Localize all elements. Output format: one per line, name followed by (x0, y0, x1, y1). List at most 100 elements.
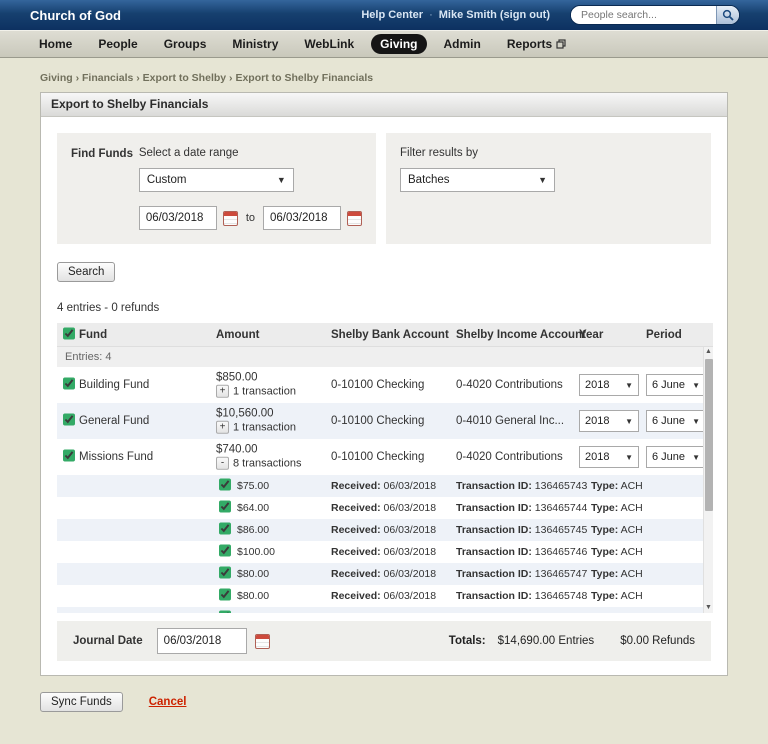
sync-funds-button[interactable]: Sync Funds (40, 692, 123, 712)
type-label: Type: (591, 524, 619, 536)
filter-select[interactable]: Batches ▼ (400, 168, 555, 192)
search-submit-button[interactable] (716, 6, 739, 24)
nav-item-reports[interactable]: Reports (498, 34, 575, 54)
filter-label: Filter results by (400, 147, 478, 159)
year-select[interactable]: 2018 ▼ (579, 374, 639, 396)
txn-type: Type: ACH (591, 568, 643, 580)
table-scroll-area: Entries: 4 Building Fund $850.00 +1 tran… (57, 347, 713, 613)
help-center-link[interactable]: Help Center (361, 9, 423, 21)
row-checkbox-wrap (63, 377, 75, 393)
txn-checkbox-wrap (219, 566, 231, 582)
col-header-year: Year (579, 328, 604, 341)
received-label: Received: (331, 524, 381, 536)
to-label: to (245, 212, 255, 224)
txn-received: Received: 06/03/2018 (331, 502, 436, 514)
transaction-checkbox[interactable] (219, 500, 231, 513)
select-all-checkbox[interactable] (63, 327, 75, 339)
txn-id-value: 136465748 (534, 590, 588, 602)
period-select[interactable]: 6 June ▼ (646, 446, 706, 468)
transaction-checkbox[interactable] (219, 610, 231, 613)
expand-toggle-icon[interactable]: + (216, 384, 229, 398)
chevron-down-icon: ▼ (692, 452, 700, 462)
calendar-icon[interactable] (222, 210, 238, 226)
funds-table: Fund Amount Shelby Bank Account Shelby I… (57, 323, 713, 613)
received-date: 06/03/2018 (383, 502, 437, 514)
main-nav: Home People Groups Ministry WebLink Givi… (0, 30, 768, 58)
collapse-toggle-icon[interactable]: - (216, 456, 229, 470)
nav-item-groups[interactable]: Groups (155, 34, 216, 54)
transaction-checkbox[interactable] (219, 566, 231, 579)
txn-type: Type: ACH (591, 590, 643, 602)
expand-toggle-icon[interactable]: + (216, 420, 229, 434)
date-to-input[interactable] (263, 206, 341, 230)
filter-value: Batches (408, 174, 450, 186)
period-value: 6 June (652, 379, 686, 391)
fund-amount-cell: $850.00 +1 transaction (216, 372, 296, 399)
chevron-down-icon: ▼ (625, 452, 633, 462)
row-checkbox-wrap (63, 413, 75, 429)
nav-item-weblink[interactable]: WebLink (295, 34, 363, 54)
period-select[interactable]: 6 June ▼ (646, 374, 706, 396)
journal-date-input[interactable] (156, 628, 247, 654)
scroll-down-icon[interactable]: ▼ (704, 603, 713, 613)
type-value: ACH (620, 480, 643, 492)
received-label: Received: (331, 612, 381, 613)
col-header-bank: Shelby Bank Account (331, 328, 449, 341)
date-range-select[interactable]: Custom ▼ (138, 168, 294, 192)
txn-received: Received: 06/03/2018 (331, 590, 436, 602)
period-select[interactable]: 6 June ▼ (646, 410, 706, 432)
fund-row-checkbox[interactable] (63, 377, 75, 390)
year-select[interactable]: 2018 ▼ (579, 410, 639, 432)
txn-id-label: Transaction ID: (456, 590, 532, 602)
select-all-checkbox-wrap (63, 327, 75, 342)
transaction-row-clipped: $55.00 Received: 06/03/2018 Transaction … (57, 607, 713, 613)
transaction-checkbox[interactable] (219, 522, 231, 535)
date-from-input[interactable] (138, 206, 217, 230)
income-account: 0-4010 General Inc... (456, 415, 565, 427)
calendar-icon[interactable] (347, 210, 362, 226)
row-checkbox-wrap (63, 449, 75, 465)
transaction-checkbox[interactable] (219, 544, 231, 557)
fund-row-checkbox[interactable] (63, 449, 75, 462)
type-label: Type: (591, 612, 618, 613)
year-select[interactable]: 2018 ▼ (579, 446, 639, 468)
fund-row-checkbox[interactable] (63, 413, 75, 426)
txn-type: Type: ACH (591, 524, 643, 536)
date-range-fields: Select a date range Custom ▼ to (138, 147, 362, 230)
received-label: Received: (331, 568, 381, 580)
chevron-down-icon: ▼ (692, 416, 700, 426)
income-account: 0-4020 Contributions (456, 451, 563, 463)
calendar-icon[interactable] (254, 633, 270, 649)
search-button[interactable]: Search (57, 262, 116, 282)
transaction-checkbox[interactable] (219, 588, 231, 601)
txn-id-value: 136465743 (534, 480, 588, 492)
nav-item-admin[interactable]: Admin (435, 34, 490, 54)
top-right-links: Help Center · Mike Smith (sign out) (361, 5, 740, 25)
scroll-up-icon[interactable]: ▲ (704, 347, 713, 357)
received-date: 06/03/2018 (384, 612, 437, 613)
txn-checkbox-wrap (219, 522, 231, 538)
received-date: 06/03/2018 (383, 590, 437, 602)
nav-item-home[interactable]: Home (30, 34, 81, 54)
txn-received: Received: 06/03/2018 (331, 524, 436, 536)
type-value: ACH (620, 524, 643, 536)
nav-item-giving[interactable]: Giving (371, 34, 427, 54)
vertical-scrollbar[interactable]: ▲ ▼ (703, 347, 713, 613)
transaction-row: $100.00 Received: 06/03/2018 Transaction… (57, 541, 713, 563)
external-window-icon (556, 39, 566, 49)
transaction-row: $75.00 Received: 06/03/2018 Transaction … (57, 475, 713, 497)
user-signout-link[interactable]: Mike Smith (sign out) (439, 9, 550, 21)
received-label: Received: (331, 502, 381, 514)
cancel-link[interactable]: Cancel (149, 696, 187, 708)
type-value: ACH (620, 502, 643, 514)
type-label: Type: (591, 546, 619, 558)
panel-body: Find Funds Select a date range Custom ▼ … (41, 117, 727, 675)
nav-item-ministry[interactable]: Ministry (223, 34, 287, 54)
txn-type: Type: ACH (591, 502, 643, 514)
txn-id: Transaction ID: 136465745 (456, 524, 587, 536)
type-value: ACH (621, 612, 643, 613)
scrollbar-thumb[interactable] (705, 359, 713, 511)
people-search-input[interactable] (571, 9, 716, 21)
nav-item-people[interactable]: People (89, 34, 146, 54)
transaction-checkbox[interactable] (219, 478, 231, 491)
